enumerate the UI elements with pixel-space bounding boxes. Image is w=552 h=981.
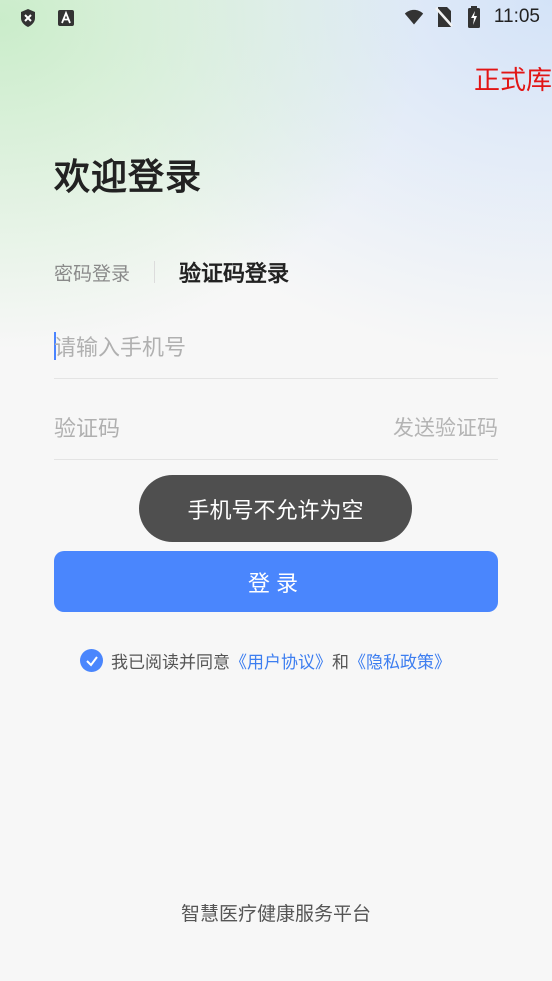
tab-code-login[interactable]: 验证码登录 [179, 256, 289, 288]
phone-input[interactable]: 请输入手机号 [54, 316, 498, 379]
agreement-row: 我已阅读并同意 《用户协议》 和 《隐私政策》 [80, 648, 451, 673]
agreement-checkbox[interactable] [80, 649, 103, 672]
toast-message: 手机号不允许为空 [139, 475, 412, 542]
battery-charging-icon [464, 6, 484, 28]
status-bar: 11:05 [0, 0, 552, 38]
toast-text: 手机号不允许为空 [187, 498, 364, 524]
page-title: 欢迎登录 [54, 157, 203, 198]
phone-placeholder: 请输入手机号 [54, 336, 187, 361]
user-agreement-link[interactable]: 《用户协议》 [230, 648, 332, 673]
status-time: 11:05 [493, 6, 540, 27]
tab-divider [154, 261, 156, 283]
verification-code-input[interactable]: 验证码 发送验证码 [54, 397, 498, 460]
tab-password-login[interactable]: 密码登录 [54, 259, 130, 286]
code-placeholder: 验证码 [54, 417, 121, 442]
environment-tag: 正式库 [473, 66, 552, 96]
footer-platform-name: 智慧医疗健康服务平台 [180, 903, 371, 925]
app-a-icon [56, 8, 76, 28]
wifi-icon [404, 7, 424, 27]
login-method-tabs: 密码登录 验证码登录 [54, 256, 289, 288]
login-button[interactable]: 登录 [54, 551, 498, 612]
privacy-policy-link[interactable]: 《隐私政策》 [349, 648, 451, 673]
agreement-and: 和 [332, 653, 349, 673]
agreement-prefix: 我已阅读并同意 [111, 653, 230, 673]
login-button-label: 登录 [247, 571, 304, 597]
send-code-button[interactable]: 发送验证码 [393, 412, 498, 442]
no-sim-icon [434, 7, 454, 27]
check-icon [85, 655, 98, 667]
shield-x-icon [18, 8, 38, 28]
